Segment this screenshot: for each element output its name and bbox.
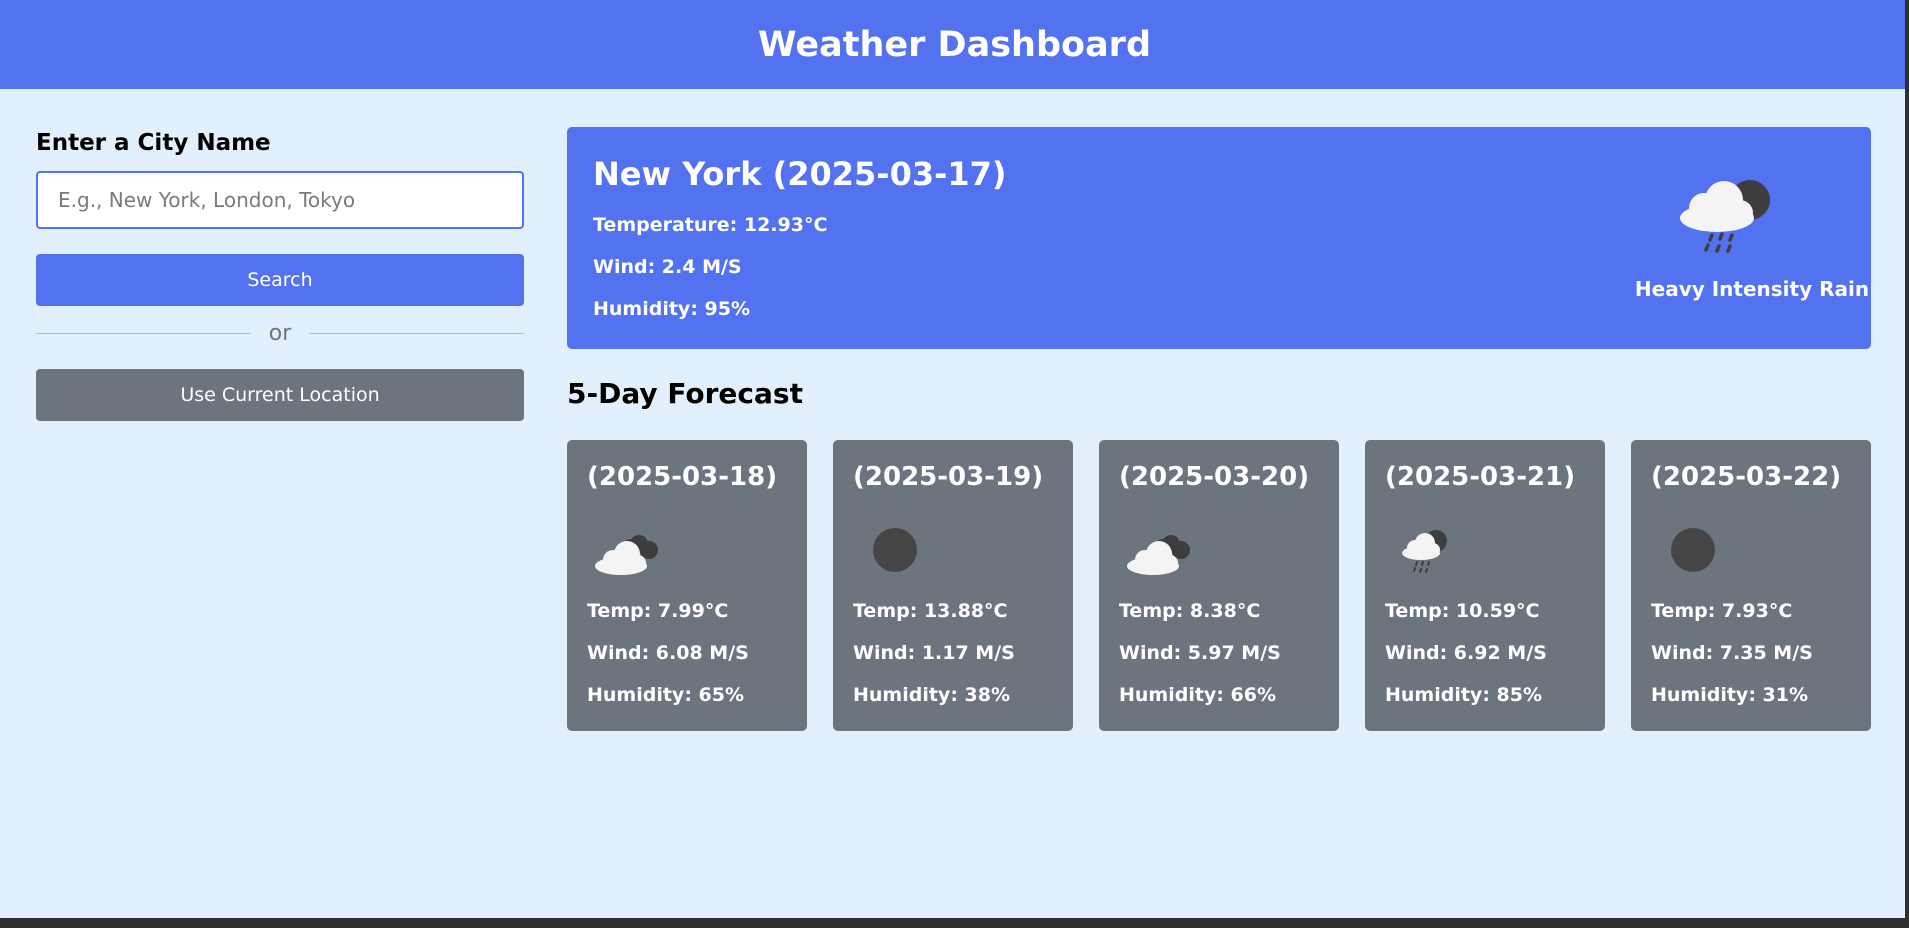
forecast-temp: Temp: 10.59°C xyxy=(1385,600,1540,622)
current-temperature: Temperature: 12.93°C xyxy=(593,214,828,236)
current-weather-card: New York (2025-03-17) Temperature: 12.93… xyxy=(567,127,1871,349)
forecast-wind: Wind: 1.17 M/S xyxy=(853,642,1015,664)
search-panel: Enter a City Name Search or Use Current … xyxy=(36,126,525,421)
use-current-location-button[interactable]: Use Current Location xyxy=(36,369,524,421)
separator-line-left xyxy=(36,332,251,334)
forecast-list: (2025-03-18) Temp: 7.99°C Wind: 6.08 M/S… xyxy=(567,440,1871,731)
forecast-title: 5-Day Forecast xyxy=(567,377,803,410)
separator-text: or xyxy=(268,320,292,346)
window-bottom-edge xyxy=(0,918,1909,928)
forecast-date: (2025-03-18) xyxy=(587,462,778,492)
or-separator: or xyxy=(36,318,525,348)
forecast-card: (2025-03-20) Temp: 8.38°C Wind: 5.97 M/S… xyxy=(1099,440,1339,731)
forecast-card: (2025-03-21) Temp: 10.59°C Wind: 6.92 M/… xyxy=(1365,440,1605,731)
forecast-temp: Temp: 8.38°C xyxy=(1119,600,1261,622)
forecast-humidity: Humidity: 38% xyxy=(853,684,1011,706)
clear-icon xyxy=(853,520,933,580)
current-wind: Wind: 2.4 M/S xyxy=(593,256,742,278)
forecast-wind: Wind: 6.08 M/S xyxy=(587,642,749,664)
forecast-date: (2025-03-21) xyxy=(1385,462,1576,492)
forecast-humidity: Humidity: 66% xyxy=(1119,684,1277,706)
forecast-wind: Wind: 5.97 M/S xyxy=(1119,642,1281,664)
city-input-label: Enter a City Name xyxy=(36,130,271,156)
forecast-humidity: Humidity: 31% xyxy=(1651,684,1809,706)
forecast-humidity: Humidity: 65% xyxy=(587,684,745,706)
current-condition: Heavy Intensity Rain xyxy=(1634,277,1870,301)
current-humidity: Humidity: 95% xyxy=(593,298,751,320)
forecast-wind: Wind: 6.92 M/S xyxy=(1385,642,1547,664)
forecast-humidity: Humidity: 85% xyxy=(1385,684,1543,706)
app-header: Weather Dashboard xyxy=(0,0,1909,89)
forecast-date: (2025-03-20) xyxy=(1119,462,1310,492)
search-button[interactable]: Search xyxy=(36,254,524,306)
forecast-temp: Temp: 7.93°C xyxy=(1651,600,1793,622)
forecast-card: (2025-03-19) Temp: 13.88°C Wind: 1.17 M/… xyxy=(833,440,1073,731)
cloud-icon xyxy=(1119,520,1199,580)
window-edge xyxy=(1905,0,1909,928)
forecast-temp: Temp: 7.99°C xyxy=(587,600,729,622)
city-search-input[interactable] xyxy=(36,171,524,229)
rain-cloud-moon-icon xyxy=(1385,520,1465,580)
page-title: Weather Dashboard xyxy=(758,24,1151,65)
forecast-date: (2025-03-22) xyxy=(1651,462,1842,492)
clear-icon xyxy=(1651,520,1731,580)
forecast-card: (2025-03-18) Temp: 7.99°C Wind: 6.08 M/S… xyxy=(567,440,807,731)
forecast-temp: Temp: 13.88°C xyxy=(853,600,1008,622)
forecast-card: (2025-03-22) Temp: 7.93°C Wind: 7.35 M/S… xyxy=(1631,440,1871,731)
cloud-icon xyxy=(587,520,667,580)
current-city-title: New York (2025-03-17) xyxy=(593,155,1007,193)
forecast-date: (2025-03-19) xyxy=(853,462,1044,492)
forecast-wind: Wind: 7.35 M/S xyxy=(1651,642,1813,664)
separator-line-right xyxy=(309,332,525,334)
